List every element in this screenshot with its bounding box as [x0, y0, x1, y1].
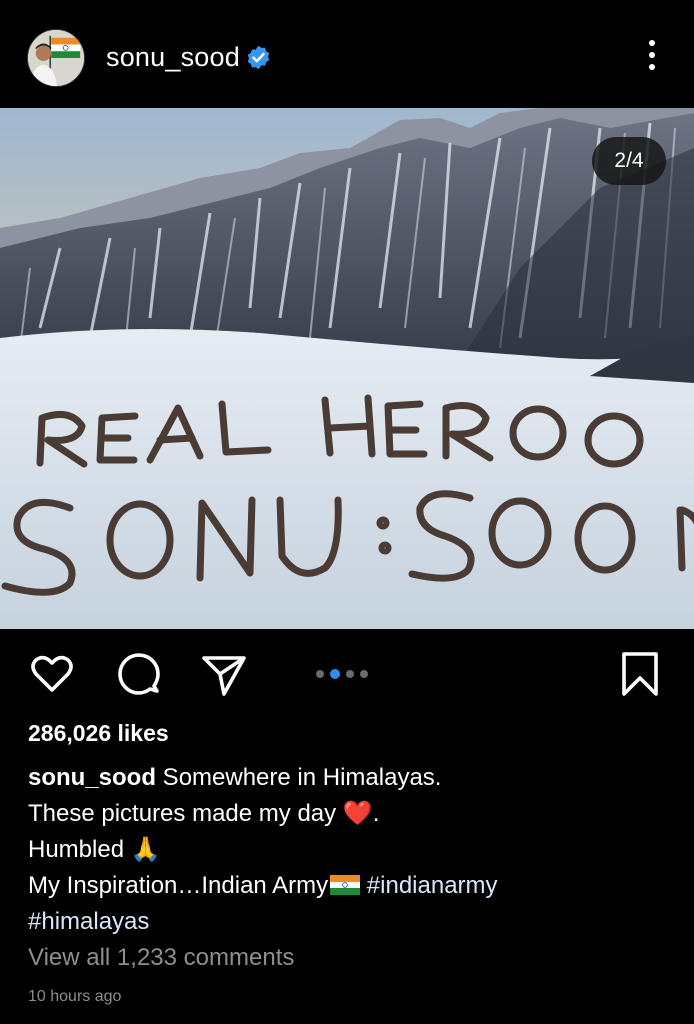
caption-line-4: My Inspiration…Indian Army #indianarmy — [28, 868, 668, 904]
caption-line-1: sonu_sood Somewhere in Himalayas. — [28, 760, 668, 796]
caption-text: These pictures made my day — [28, 800, 343, 827]
action-bar — [0, 640, 694, 708]
caption-text: Humbled — [28, 836, 131, 863]
heart-emoji: ❤️ — [342, 800, 373, 827]
carousel-dot — [346, 670, 354, 678]
carousel-counter: 2/4 — [592, 137, 666, 185]
post-timestamp: 10 hours ago — [28, 988, 122, 1005]
heart-icon[interactable] — [28, 650, 76, 698]
caption-username[interactable]: sonu_sood — [28, 764, 156, 791]
view-comments-link[interactable]: View all 1,233 comments — [28, 944, 294, 972]
himalaya-snow-photo — [0, 108, 694, 629]
carousel-indicator — [316, 669, 368, 679]
avatar-image — [28, 30, 84, 86]
bookmark-icon[interactable] — [616, 650, 664, 698]
india-flag-icon — [330, 875, 361, 895]
verified-badge-icon — [245, 44, 272, 71]
hashtag-indianarmy[interactable]: #indianarmy — [367, 872, 498, 899]
hashtag-himalayas[interactable]: #himalayas — [28, 908, 149, 935]
username[interactable]: sonu_sood — [106, 42, 240, 73]
caption-line-3: Humbled 🙏 — [28, 832, 668, 868]
more-vertical-icon[interactable] — [640, 40, 664, 76]
caption-line-2: These pictures made my day ❤️. — [28, 796, 668, 832]
carousel-dot — [360, 670, 368, 678]
post-header: sonu_sood — [0, 0, 694, 108]
carousel-dot — [316, 670, 324, 678]
send-icon[interactable] — [200, 650, 248, 698]
caption-text: Somewhere in Himalayas. — [156, 764, 442, 791]
like-count[interactable]: 286,026 likes — [28, 720, 169, 747]
post-image[interactable] — [0, 108, 694, 629]
avatar[interactable] — [27, 29, 85, 87]
comment-icon[interactable] — [114, 650, 162, 698]
caption: sonu_sood Somewhere in Himalayas. These … — [28, 760, 668, 940]
caption-text: My Inspiration…Indian Army — [28, 872, 329, 899]
folded-hands-emoji: 🙏 — [130, 836, 161, 863]
carousel-dot-active — [330, 669, 340, 679]
caption-text: . — [372, 800, 380, 827]
caption-line-5: #himalayas — [28, 904, 668, 940]
